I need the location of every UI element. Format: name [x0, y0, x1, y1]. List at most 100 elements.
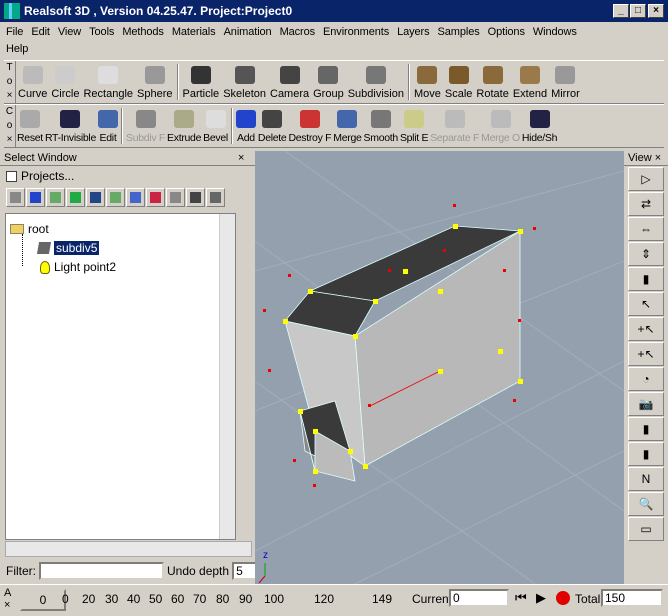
menu-animation[interactable]: Animation — [224, 24, 272, 41]
tool-label: Extend — [512, 88, 548, 100]
tree-hscrollbar[interactable] — [5, 541, 252, 557]
tool-skeleton[interactable]: Skeleton — [221, 61, 268, 103]
tool-split-e[interactable]: Split E — [399, 105, 429, 147]
tool-merge[interactable]: Merge — [332, 105, 362, 147]
filter-input[interactable] — [39, 562, 164, 580]
rewind-button[interactable]: ⏮ — [515, 590, 527, 606]
view-tool-4-icon[interactable]: ▮ — [628, 267, 664, 291]
tool-mirror[interactable]: Mirror — [549, 61, 582, 103]
view-tool-12-icon[interactable]: N — [628, 467, 664, 491]
tool-subdivision[interactable]: Subdivision — [346, 61, 406, 103]
menu-help[interactable]: Help — [6, 41, 28, 58]
current-frame-input[interactable] — [449, 589, 509, 607]
record-button[interactable] — [556, 591, 570, 605]
menu-tools[interactable]: Tools — [89, 24, 114, 41]
filter-type-button-10[interactable] — [206, 188, 225, 207]
view-tool-14-icon[interactable]: ▭ — [628, 517, 664, 541]
timeline-tick-label: 100 — [264, 592, 285, 606]
menu-layers[interactable]: Layers — [397, 24, 430, 41]
group-icon — [318, 66, 339, 84]
grip-glyph: × — [6, 90, 13, 101]
menu-edit[interactable]: Edit — [31, 24, 50, 41]
mesh-vertex — [283, 319, 288, 324]
projects-checkbox[interactable] — [6, 170, 17, 182]
tool-delete[interactable]: Delete — [257, 105, 288, 147]
tool-reset[interactable]: Reset — [16, 105, 44, 147]
view-tool-8-icon[interactable]: ◔ — [628, 367, 664, 391]
menu-macros[interactable]: Macros — [280, 24, 316, 41]
tool-separate-f[interactable]: Separate F — [429, 105, 480, 147]
view-tool-9-icon[interactable]: 📷 — [628, 392, 664, 416]
menu-samples[interactable]: Samples — [438, 24, 480, 41]
view-panel-close[interactable]: × — [655, 152, 661, 164]
menu-methods[interactable]: Methods — [122, 24, 164, 41]
play-button[interactable]: ▶ — [536, 590, 546, 606]
total-frames-input[interactable] — [601, 589, 663, 607]
view-tool-6-icon[interactable]: +↖ — [628, 317, 664, 341]
filter-type-button-3[interactable] — [66, 188, 85, 207]
tool-bevel[interactable]: Bevel — [202, 105, 229, 147]
tool-scale[interactable]: Scale — [443, 61, 475, 103]
menu-file[interactable]: File — [6, 24, 23, 41]
tree-item-subdiv5[interactable]: subdiv5 — [36, 241, 100, 255]
view-tool-13-icon[interactable]: 🔍 — [628, 492, 664, 516]
toolbar-grip[interactable]: Co × — [4, 105, 16, 147]
tool-add[interactable]: Add — [235, 105, 257, 147]
menu-materials[interactable]: Materials — [172, 24, 216, 41]
timeline-slider-thumb[interactable]: 0 — [20, 589, 66, 611]
filter-type-button-6[interactable] — [126, 188, 145, 207]
view-tool-5-icon[interactable]: ↖ — [628, 292, 664, 316]
select-window-close[interactable]: × — [238, 151, 244, 166]
mesh-vertex — [453, 224, 458, 229]
tool-smooth[interactable]: Smooth — [363, 105, 399, 147]
tool-label: Move — [413, 88, 441, 100]
minimize-button[interactable]: _ — [613, 4, 629, 18]
tool-move[interactable]: Move — [412, 61, 443, 103]
menu-environments[interactable]: Environments — [323, 24, 389, 41]
tool-subdiv-f[interactable]: Subdiv F — [125, 105, 166, 147]
filter-type-button-1[interactable] — [26, 188, 45, 207]
tree-item-root[interactable]: root — [10, 222, 49, 236]
filter-type-button-0[interactable] — [6, 188, 25, 207]
tool-camera[interactable]: Camera — [268, 61, 311, 103]
filter-type-button-8[interactable] — [166, 188, 185, 207]
tool-rotate[interactable]: Rotate — [474, 61, 510, 103]
filter-type-button-2[interactable] — [46, 188, 65, 207]
maximize-button[interactable]: □ — [630, 4, 646, 18]
tree-item-light-point2[interactable]: Light point2 — [40, 260, 116, 274]
tool-circle[interactable]: Circle — [49, 61, 81, 103]
view-tool-11-icon[interactable]: ▮ — [628, 442, 664, 466]
filter-type-button-9[interactable] — [186, 188, 205, 207]
tool-extend[interactable]: Extend — [511, 61, 549, 103]
filter-type-button-7[interactable] — [146, 188, 165, 207]
filter-type-button-5[interactable] — [106, 188, 125, 207]
tool-curve[interactable]: Curve — [16, 61, 49, 103]
tool-rt-invisible[interactable]: RT-Invisible — [44, 105, 97, 147]
view-tool-1-icon[interactable]: ⇄ — [628, 192, 664, 216]
view-tool-2-icon[interactable]: ⇔ — [628, 217, 664, 241]
close-button[interactable]: × — [648, 4, 664, 18]
tool-extrude[interactable]: Extrude — [166, 105, 202, 147]
tool-hide-sh[interactable]: Hide/Sh — [521, 105, 558, 147]
tool-destroy-f[interactable]: Destroy F — [287, 105, 332, 147]
menu-windows[interactable]: Windows — [533, 24, 577, 41]
tool-edit[interactable]: Edit — [97, 105, 119, 147]
tool-rectangle[interactable]: Rectangle — [81, 61, 135, 103]
tool-sphere[interactable]: Sphere — [135, 61, 174, 103]
toolbar-grip[interactable]: To × — [4, 61, 16, 103]
tree-vscrollbar[interactable] — [219, 214, 235, 539]
tool-group[interactable]: Group — [311, 61, 346, 103]
view-tool-10-icon[interactable]: ▮ — [628, 417, 664, 441]
tool-particle[interactable]: Particle — [181, 61, 222, 103]
projects-label: Projects... — [21, 169, 75, 183]
tool-label: Camera — [270, 88, 310, 100]
3d-viewport[interactable]: z — [254, 150, 625, 585]
filter-type-button-4[interactable] — [86, 188, 105, 207]
view-tool-3-icon[interactable]: ⇕ — [628, 242, 664, 266]
view-tool-7-icon[interactable]: +↖ — [628, 342, 664, 366]
mesh-vertex — [438, 369, 443, 374]
tool-merge-o[interactable]: Merge O — [480, 105, 521, 147]
menu-options[interactable]: Options — [488, 24, 525, 41]
view-tool-0-icon[interactable]: ▷ — [628, 167, 664, 191]
menu-view[interactable]: View — [58, 24, 81, 41]
